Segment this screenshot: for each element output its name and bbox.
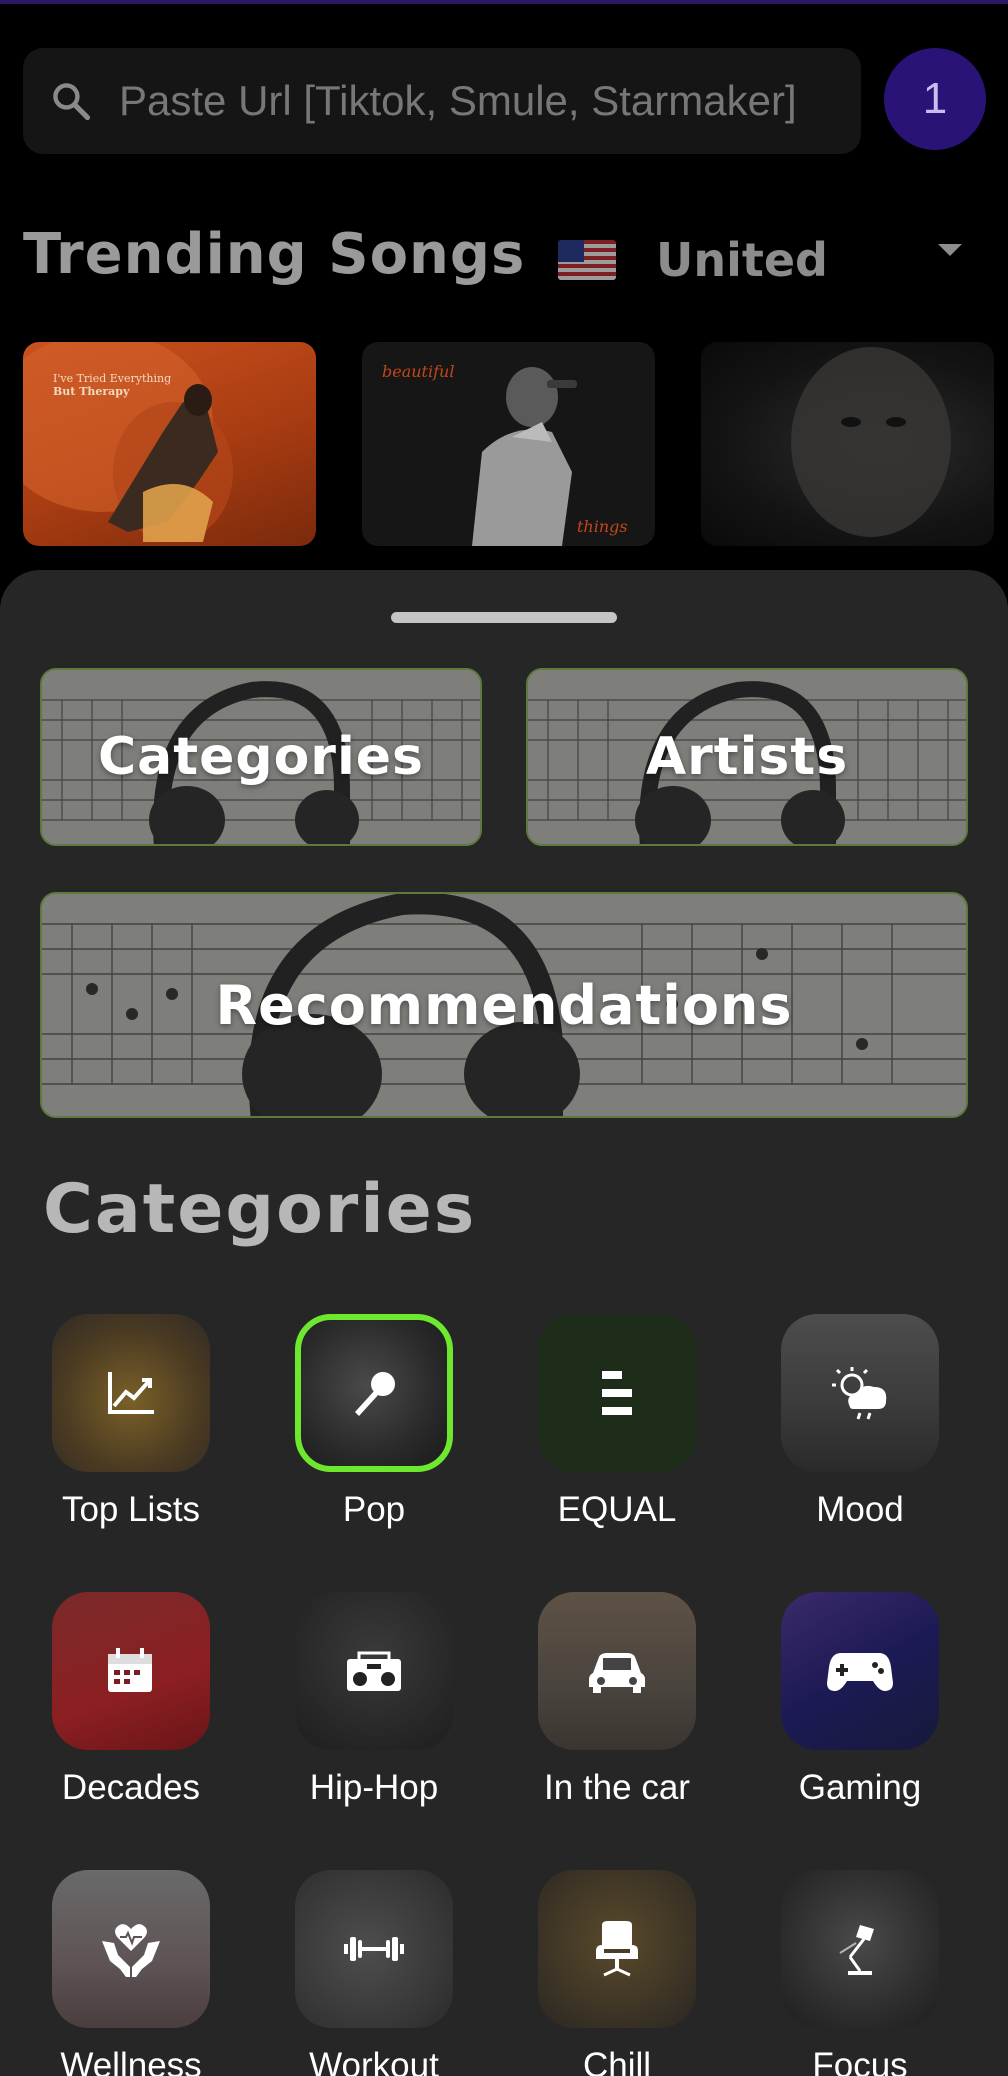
category-tile[interactable]: [781, 1314, 939, 1472]
trending-songs-title: Trending Songs: [23, 222, 526, 287]
gamepad-icon: [827, 1653, 893, 1691]
microphone-icon: [355, 1372, 395, 1416]
car-icon: [589, 1653, 645, 1693]
category-workout[interactable]: Workout: [274, 1870, 474, 2076]
category-tile-selected[interactable]: [295, 1314, 453, 1472]
weather-icon: [832, 1367, 887, 1420]
category-wellness[interactable]: Wellness: [31, 1870, 231, 2076]
url-input[interactable]: [119, 77, 861, 125]
album-art-text: I've Tried Everything: [53, 372, 172, 385]
armchair-icon: [596, 1921, 638, 1977]
categories-card-label: Categories: [97, 727, 424, 787]
count-badge-button[interactable]: 1: [884, 48, 986, 150]
category-decades[interactable]: Decades: [31, 1592, 231, 1808]
artists-card[interactable]: Artists: [526, 668, 968, 846]
dumbbell-icon: [344, 1937, 404, 1961]
album-art-text: things: [577, 517, 628, 536]
category-pop[interactable]: Pop: [274, 1314, 474, 1530]
category-label: Workout: [309, 2046, 439, 2076]
search-icon: [23, 48, 119, 154]
artists-card-label: Artists: [645, 727, 849, 787]
category-tile[interactable]: [52, 1592, 210, 1750]
trending-song-thumb[interactable]: [701, 342, 994, 546]
category-tile[interactable]: [781, 1592, 939, 1750]
country-dropdown[interactable]: United: [558, 222, 988, 298]
recommendations-card-label: Recommendations: [215, 973, 793, 1037]
category-label: In the car: [544, 1768, 690, 1807]
category-label: Hip-Hop: [309, 1768, 439, 1807]
album-art-text: But Therapy: [53, 385, 130, 399]
category-mood[interactable]: Mood: [760, 1314, 960, 1530]
category-tile[interactable]: [52, 1870, 210, 2028]
category-label: Focus: [812, 2046, 908, 2076]
category-top-lists[interactable]: Top Lists: [31, 1314, 231, 1530]
us-flag-icon: [558, 240, 616, 280]
category-chill[interactable]: Chill: [517, 1870, 717, 2076]
trending-song-thumb[interactable]: beautiful things: [362, 342, 655, 546]
category-tile[interactable]: [538, 1314, 696, 1472]
categories-card[interactable]: Categories: [40, 668, 482, 846]
chart-line-icon: [108, 1372, 154, 1414]
badge-count: 1: [922, 74, 948, 123]
categories-section-title: Categories: [43, 1170, 477, 1249]
calendar-icon: [108, 1648, 152, 1692]
category-tile[interactable]: [295, 1870, 453, 2028]
category-tile[interactable]: [538, 1592, 696, 1750]
country-name: United: [656, 233, 828, 287]
trending-thumbnails: I've Tried Everything But Therapy beauti…: [23, 342, 1008, 546]
trending-song-thumb[interactable]: I've Tried Everything But Therapy: [23, 342, 316, 546]
category-label: Pop: [342, 1490, 406, 1529]
category-tile[interactable]: [52, 1314, 210, 1472]
category-label: Gaming: [798, 1768, 922, 1807]
category-gaming[interactable]: Gaming: [760, 1592, 960, 1808]
recommendations-card[interactable]: Recommendations: [40, 892, 968, 1118]
category-hip-hop[interactable]: Hip-Hop: [274, 1592, 474, 1808]
desk-lamp-icon: [839, 1925, 874, 1975]
category-in-the-car[interactable]: In the car: [517, 1592, 717, 1808]
category-label: EQUAL: [557, 1490, 677, 1529]
category-label: Chill: [582, 2046, 652, 2076]
category-equal[interactable]: EQUAL: [517, 1314, 717, 1530]
url-search-bar[interactable]: [23, 48, 861, 154]
heart-hands-icon: [102, 1924, 160, 1977]
bottom-sheet: Categories Artists Recommendations Categ…: [0, 570, 1008, 2076]
equal-bars-icon: [602, 1371, 632, 1415]
category-label: Wellness: [60, 2046, 202, 2076]
category-label: Top Lists: [61, 1490, 201, 1529]
category-label: Mood: [816, 1490, 904, 1529]
category-tile[interactable]: [538, 1870, 696, 2028]
category-tile[interactable]: [781, 1870, 939, 2028]
status-accent-line: [0, 0, 1008, 4]
boombox-icon: [347, 1651, 401, 1691]
album-art-text: beautiful: [382, 362, 455, 381]
category-focus[interactable]: Focus: [760, 1870, 960, 2076]
category-tile[interactable]: [295, 1592, 453, 1750]
category-label: Decades: [61, 1768, 201, 1807]
drag-handle[interactable]: [391, 612, 617, 623]
chevron-down-icon: [938, 244, 962, 256]
